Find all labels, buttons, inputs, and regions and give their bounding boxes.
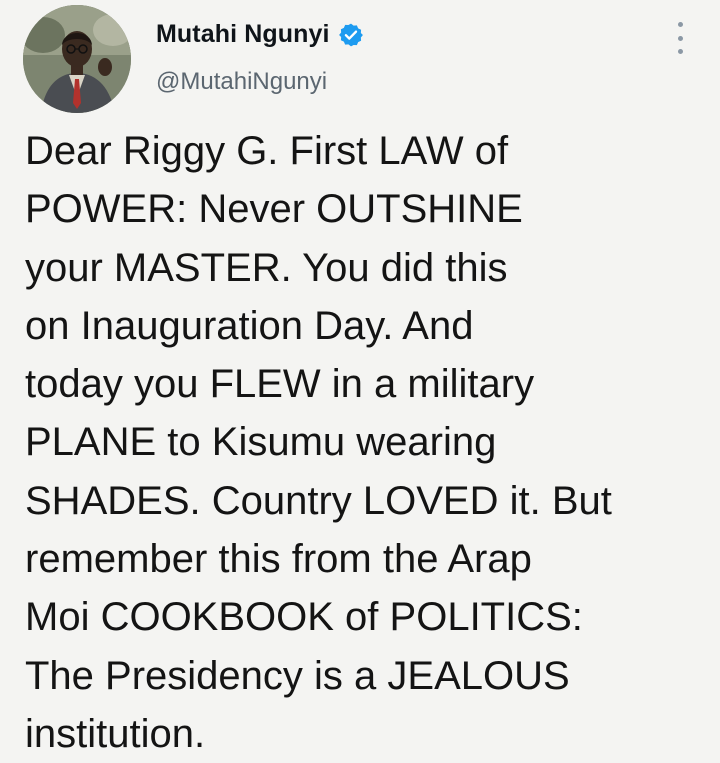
- tweet-text-line: your MASTER. You did this: [25, 245, 508, 290]
- verified-badge-icon: [338, 22, 364, 48]
- tweet-text-line: remember this from the Arap: [25, 537, 532, 582]
- tweet-text-line: on Inauguration Day. And: [25, 303, 474, 348]
- tweet-text-line: institution.: [25, 711, 206, 756]
- tweet-text-line: today you FLEW in a military: [25, 362, 535, 407]
- tweet-text-line: Dear Riggy G. First LAW of: [25, 129, 509, 173]
- author-name-row: Mutahi Ngunyi: [156, 20, 364, 49]
- tweet-text-line: PLANE to Kisumu wearing: [25, 420, 497, 465]
- tweet-text-line: SHADES. Country LOVED it. But: [25, 478, 612, 523]
- author-handle[interactable]: @MutahiNgunyi: [156, 68, 327, 96]
- tweet-text-line: POWER: Never OUTSHINE: [25, 187, 523, 232]
- author-display-name[interactable]: Mutahi Ngunyi: [156, 20, 330, 49]
- tweet-text: Dear Riggy G. First LAW of POWER: Never …: [25, 122, 695, 763]
- more-dot: [677, 49, 683, 54]
- more-dot: [677, 22, 683, 27]
- tweet-text-line: Moi COOKBOOK of POLITICS:: [25, 595, 583, 640]
- more-dot: [677, 35, 683, 41]
- avatar[interactable]: [23, 5, 131, 113]
- more-options-icon[interactable]: [670, 22, 690, 54]
- tweet-card: Mutahi Ngunyi @MutahiNgunyi Dear Riggy G…: [0, 0, 720, 756]
- tweet-text-line: The Presidency is a JEALOUS: [25, 653, 570, 698]
